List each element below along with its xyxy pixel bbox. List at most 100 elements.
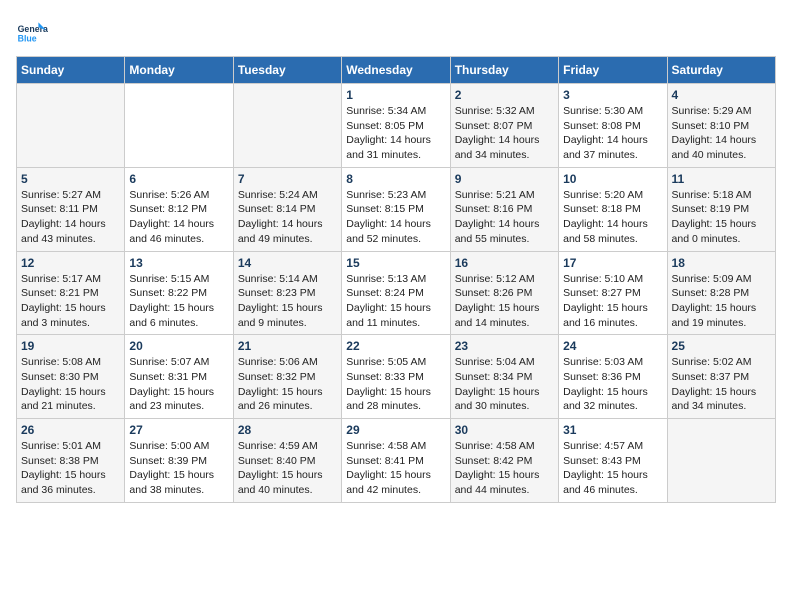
day-number: 25: [672, 339, 771, 353]
calendar-cell: 30 Sunrise: 4:58 AMSunset: 8:42 PMDayligh…: [450, 419, 558, 503]
day-info: Sunrise: 5:06 AMSunset: 8:32 PMDaylight:…: [238, 355, 337, 414]
column-header-monday: Monday: [125, 57, 233, 84]
day-info: Sunrise: 5:08 AMSunset: 8:30 PMDaylight:…: [21, 355, 120, 414]
column-header-thursday: Thursday: [450, 57, 558, 84]
calendar-cell: 14 Sunrise: 5:14 AMSunset: 8:23 PMDayligh…: [233, 251, 341, 335]
day-info: Sunrise: 5:15 AMSunset: 8:22 PMDaylight:…: [129, 272, 228, 331]
day-number: 16: [455, 256, 554, 270]
column-headers-row: SundayMondayTuesdayWednesdayThursdayFrid…: [17, 57, 776, 84]
calendar-cell: 2 Sunrise: 5:32 AMSunset: 8:07 PMDaylight…: [450, 84, 558, 168]
calendar-cell: 1 Sunrise: 5:34 AMSunset: 8:05 PMDaylight…: [342, 84, 450, 168]
day-number: 14: [238, 256, 337, 270]
day-info: Sunrise: 5:30 AMSunset: 8:08 PMDaylight:…: [563, 104, 662, 163]
day-number: 6: [129, 172, 228, 186]
day-info: Sunrise: 4:58 AMSunset: 8:42 PMDaylight:…: [455, 439, 554, 498]
day-info: Sunrise: 5:13 AMSunset: 8:24 PMDaylight:…: [346, 272, 445, 331]
day-info: Sunrise: 4:59 AMSunset: 8:40 PMDaylight:…: [238, 439, 337, 498]
day-info: Sunrise: 5:14 AMSunset: 8:23 PMDaylight:…: [238, 272, 337, 331]
calendar-cell: 16Sunrise: 5:12 AMSunset: 8:26 PMDayligh…: [450, 251, 558, 335]
calendar-cell: 28 Sunrise: 4:59 AMSunset: 8:40 PMDayligh…: [233, 419, 341, 503]
week-row-4: 19 Sunrise: 5:08 AMSunset: 8:30 PMDayligh…: [17, 335, 776, 419]
column-header-wednesday: Wednesday: [342, 57, 450, 84]
day-info: Sunrise: 4:57 AMSunset: 8:43 PMDaylight:…: [563, 439, 662, 498]
day-info: Sunrise: 5:26 AMSunset: 8:12 PMDaylight:…: [129, 188, 228, 247]
calendar-cell: 31 Sunrise: 4:57 AMSunset: 8:43 PMDayligh…: [559, 419, 667, 503]
calendar-cell: 23 Sunrise: 5:04 AMSunset: 8:34 PMDayligh…: [450, 335, 558, 419]
day-info: Sunrise: 5:05 AMSunset: 8:33 PMDaylight:…: [346, 355, 445, 414]
calendar-cell: 18 Sunrise: 5:09 AMSunset: 8:28 PMDayligh…: [667, 251, 775, 335]
day-number: 12: [21, 256, 120, 270]
day-info: Sunrise: 5:01 AMSunset: 8:38 PMDaylight:…: [21, 439, 120, 498]
calendar-cell: 4 Sunrise: 5:29 AMSunset: 8:10 PMDaylight…: [667, 84, 775, 168]
day-number: 31: [563, 423, 662, 437]
day-info: Sunrise: 5:34 AMSunset: 8:05 PMDaylight:…: [346, 104, 445, 163]
column-header-sunday: Sunday: [17, 57, 125, 84]
day-number: 27: [129, 423, 228, 437]
calendar-cell: 8Sunrise: 5:23 AMSunset: 8:15 PMDaylight…: [342, 167, 450, 251]
day-info: Sunrise: 5:24 AMSunset: 8:14 PMDaylight:…: [238, 188, 337, 247]
calendar-table: SundayMondayTuesdayWednesdayThursdayFrid…: [16, 56, 776, 503]
day-number: 17: [563, 256, 662, 270]
logo-icon: General Blue: [16, 16, 48, 48]
day-info: Sunrise: 5:03 AMSunset: 8:36 PMDaylight:…: [563, 355, 662, 414]
week-row-2: 5Sunrise: 5:27 AMSunset: 8:11 PMDaylight…: [17, 167, 776, 251]
calendar-cell: 27 Sunrise: 5:00 AMSunset: 8:39 PMDayligh…: [125, 419, 233, 503]
day-number: 8: [346, 172, 445, 186]
day-number: 13: [129, 256, 228, 270]
day-number: 28: [238, 423, 337, 437]
day-number: 2: [455, 88, 554, 102]
day-info: Sunrise: 5:00 AMSunset: 8:39 PMDaylight:…: [129, 439, 228, 498]
day-number: 15: [346, 256, 445, 270]
day-number: 24: [563, 339, 662, 353]
week-row-3: 12 Sunrise: 5:17 AMSunset: 8:21 PMDayligh…: [17, 251, 776, 335]
calendar-cell: 29Sunrise: 4:58 AMSunset: 8:41 PMDayligh…: [342, 419, 450, 503]
day-info: Sunrise: 5:17 AMSunset: 8:21 PMDaylight:…: [21, 272, 120, 331]
day-number: 9: [455, 172, 554, 186]
day-info: Sunrise: 5:09 AMSunset: 8:28 PMDaylight:…: [672, 272, 771, 331]
day-info: Sunrise: 5:20 AMSunset: 8:18 PMDaylight:…: [563, 188, 662, 247]
day-number: 10: [563, 172, 662, 186]
week-row-1: 1 Sunrise: 5:34 AMSunset: 8:05 PMDaylight…: [17, 84, 776, 168]
calendar-cell: 22Sunrise: 5:05 AMSunset: 8:33 PMDayligh…: [342, 335, 450, 419]
day-info: Sunrise: 5:07 AMSunset: 8:31 PMDaylight:…: [129, 355, 228, 414]
page-header: General Blue: [16, 16, 776, 48]
calendar-cell: 21 Sunrise: 5:06 AMSunset: 8:32 PMDayligh…: [233, 335, 341, 419]
day-number: 26: [21, 423, 120, 437]
day-number: 20: [129, 339, 228, 353]
column-header-tuesday: Tuesday: [233, 57, 341, 84]
logo: General Blue: [16, 16, 48, 48]
calendar-cell: [667, 419, 775, 503]
calendar-cell: [17, 84, 125, 168]
day-info: Sunrise: 5:10 AMSunset: 8:27 PMDaylight:…: [563, 272, 662, 331]
day-number: 4: [672, 88, 771, 102]
calendar-cell: 26 Sunrise: 5:01 AMSunset: 8:38 PMDayligh…: [17, 419, 125, 503]
day-info: Sunrise: 5:02 AMSunset: 8:37 PMDaylight:…: [672, 355, 771, 414]
day-number: 18: [672, 256, 771, 270]
calendar-cell: 13 Sunrise: 5:15 AMSunset: 8:22 PMDayligh…: [125, 251, 233, 335]
day-info: Sunrise: 5:21 AMSunset: 8:16 PMDaylight:…: [455, 188, 554, 247]
day-number: 23: [455, 339, 554, 353]
calendar-cell: [233, 84, 341, 168]
day-info: Sunrise: 5:29 AMSunset: 8:10 PMDaylight:…: [672, 104, 771, 163]
day-number: 19: [21, 339, 120, 353]
calendar-cell: 9 Sunrise: 5:21 AMSunset: 8:16 PMDaylight…: [450, 167, 558, 251]
day-number: 21: [238, 339, 337, 353]
day-info: Sunrise: 4:58 AMSunset: 8:41 PMDaylight:…: [346, 439, 445, 498]
calendar-body: 1 Sunrise: 5:34 AMSunset: 8:05 PMDaylight…: [17, 84, 776, 503]
day-number: 11: [672, 172, 771, 186]
calendar-cell: 19 Sunrise: 5:08 AMSunset: 8:30 PMDayligh…: [17, 335, 125, 419]
column-header-saturday: Saturday: [667, 57, 775, 84]
column-header-friday: Friday: [559, 57, 667, 84]
calendar-cell: 20 Sunrise: 5:07 AMSunset: 8:31 PMDayligh…: [125, 335, 233, 419]
calendar-cell: 12 Sunrise: 5:17 AMSunset: 8:21 PMDayligh…: [17, 251, 125, 335]
calendar-cell: 3Sunrise: 5:30 AMSunset: 8:08 PMDaylight…: [559, 84, 667, 168]
day-info: Sunrise: 5:32 AMSunset: 8:07 PMDaylight:…: [455, 104, 554, 163]
day-info: Sunrise: 5:04 AMSunset: 8:34 PMDaylight:…: [455, 355, 554, 414]
week-row-5: 26 Sunrise: 5:01 AMSunset: 8:38 PMDayligh…: [17, 419, 776, 503]
day-number: 30: [455, 423, 554, 437]
calendar-cell: 17 Sunrise: 5:10 AMSunset: 8:27 PMDayligh…: [559, 251, 667, 335]
calendar-cell: 15 Sunrise: 5:13 AMSunset: 8:24 PMDayligh…: [342, 251, 450, 335]
calendar-cell: 11Sunrise: 5:18 AMSunset: 8:19 PMDayligh…: [667, 167, 775, 251]
calendar-cell: 25 Sunrise: 5:02 AMSunset: 8:37 PMDayligh…: [667, 335, 775, 419]
day-number: 1: [346, 88, 445, 102]
